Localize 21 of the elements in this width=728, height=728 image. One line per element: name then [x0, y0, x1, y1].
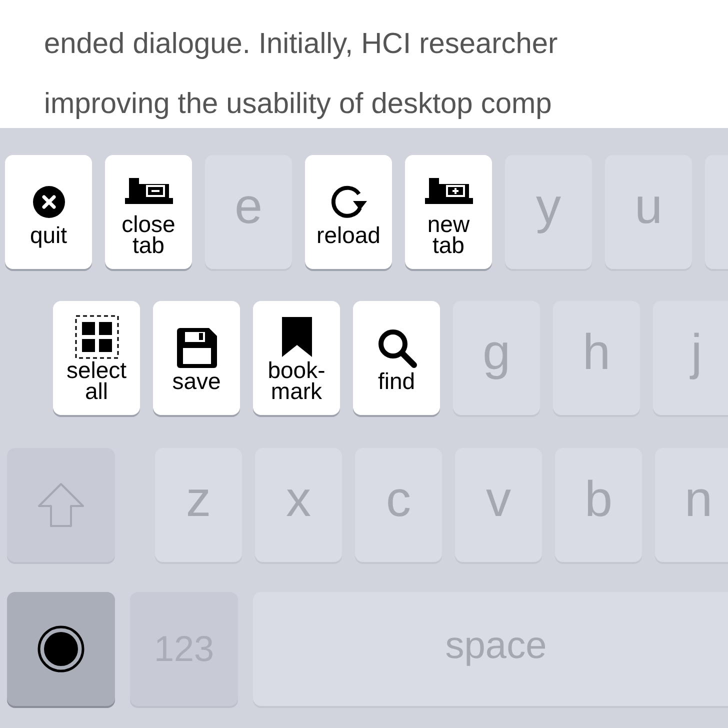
command-key[interactable]: close tab	[105, 155, 192, 269]
text-line: ended dialogue. Initially, HCI researcher	[44, 27, 559, 62]
command-key[interactable]: save	[153, 301, 240, 415]
record-icon	[37, 625, 85, 673]
command-key[interactable]: book-mark	[253, 301, 340, 415]
shift-icon	[37, 482, 85, 528]
command-key[interactable]: reload	[305, 155, 392, 269]
reload-icon	[328, 184, 368, 220]
record-key[interactable]	[7, 592, 115, 706]
shift-key[interactable]	[7, 448, 115, 562]
command-key[interactable]: select all	[53, 301, 140, 415]
search-icon	[376, 328, 416, 368]
text-line: improving the usability of desktop comp	[44, 87, 553, 122]
command-key[interactable]: quit	[5, 155, 92, 269]
command-key[interactable]: find	[353, 301, 440, 415]
tab-plus-icon	[424, 178, 472, 204]
command-key[interactable]: new tab	[405, 155, 492, 269]
tab-minus-icon	[124, 178, 172, 204]
bookmark-icon	[282, 317, 312, 357]
close-icon	[32, 186, 64, 218]
select-all-icon	[74, 315, 118, 359]
